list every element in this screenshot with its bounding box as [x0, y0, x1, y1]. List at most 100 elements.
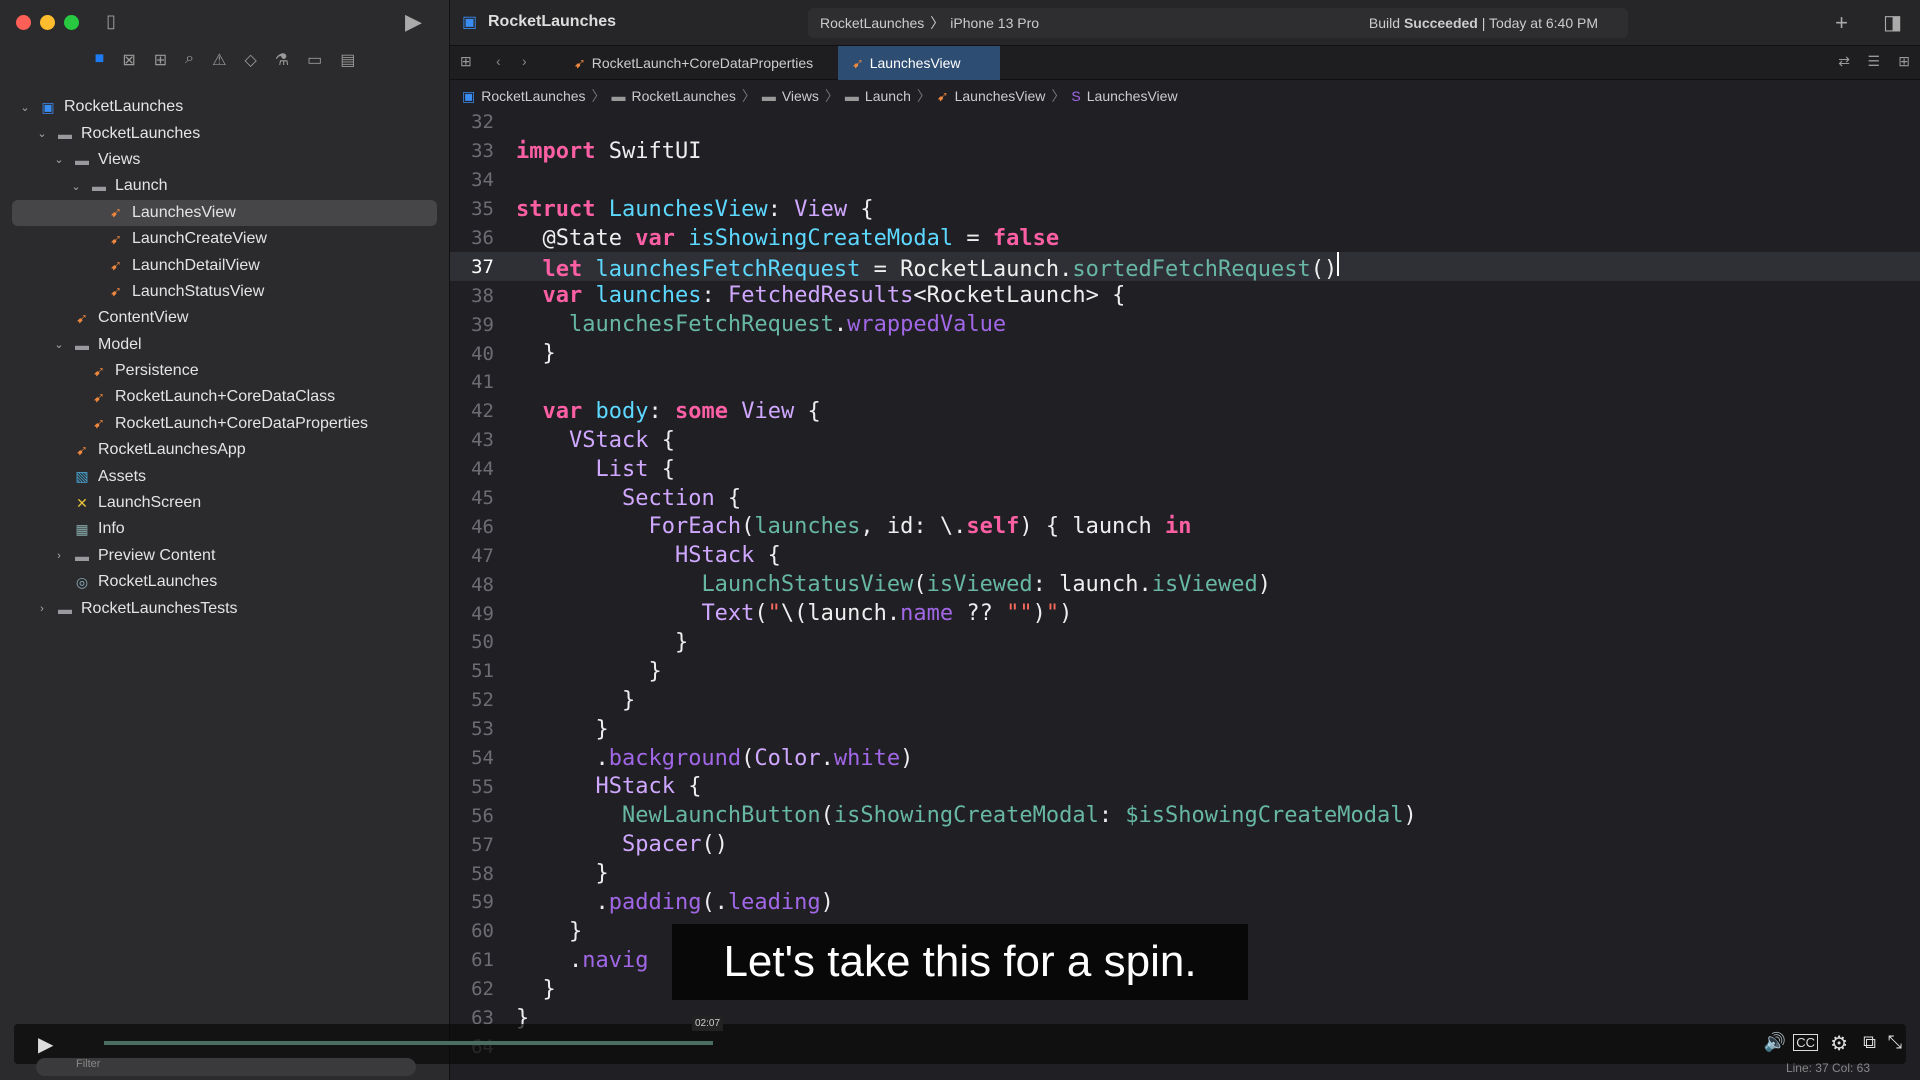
- code-editor[interactable]: 32 33 import SwiftUI 34 35 struct LaunchesVie…: [450, 108, 1920, 1061]
- split-editor-icon[interactable]: ⊞: [1898, 53, 1910, 70]
- editor-options-icon[interactable]: ☰: [1867, 53, 1880, 70]
- breadcrumb-item[interactable]: Launch: [865, 88, 911, 104]
- breakpoint-icon[interactable]: ▭: [307, 50, 322, 80]
- breadcrumb-item[interactable]: Views: [782, 88, 819, 104]
- back-icon[interactable]: ‹: [496, 53, 501, 69]
- tree-item[interactable]: ✕ LaunchScreen: [12, 490, 437, 516]
- tree-item[interactable]: ➹ RocketLaunch+CoreDataProperties: [12, 411, 437, 437]
- disclosure-chevron-icon[interactable]: ⌄: [18, 101, 32, 114]
- breadcrumb-item[interactable]: RocketLaunches: [481, 88, 585, 104]
- video-progress-bar[interactable]: [104, 1041, 714, 1045]
- code-line[interactable]: 57 Spacer(): [450, 830, 1920, 859]
- code-line[interactable]: 36 @State var isShowingCreateModal = fal…: [450, 224, 1920, 253]
- tree-item[interactable]: › ▬ RocketLaunchesTests: [12, 595, 437, 621]
- code-line[interactable]: 39 launchesFetchRequest.wrappedValue: [450, 310, 1920, 339]
- code-token: in: [1165, 514, 1192, 540]
- grid-icon[interactable]: ⊞: [460, 53, 472, 70]
- settings-icon[interactable]: ⚙: [1830, 1031, 1848, 1056]
- code-line[interactable]: 53 }: [450, 715, 1920, 744]
- code-line[interactable]: 52 }: [450, 686, 1920, 715]
- source-control-icon[interactable]: ⊠: [122, 50, 135, 80]
- exit-fullscreen-icon[interactable]: ⤡: [1888, 1032, 1902, 1053]
- volume-icon[interactable]: 🔊: [1764, 1032, 1786, 1053]
- code-line[interactable]: 56 NewLaunchButton(isShowingCreateModal:…: [450, 801, 1920, 830]
- debug-icon[interactable]: ⚗: [275, 50, 289, 80]
- search-icon[interactable]: ⌕: [185, 50, 194, 80]
- report-icon[interactable]: ▤: [340, 50, 355, 80]
- tree-item[interactable]: › ▬ Preview Content: [12, 543, 437, 569]
- tree-item[interactable]: ➹ LaunchStatusView: [12, 279, 437, 305]
- code-line[interactable]: 50 }: [450, 628, 1920, 657]
- tree-item[interactable]: ➹ RocketLaunch+CoreDataClass: [12, 384, 437, 410]
- code-line[interactable]: 48 LaunchStatusView(isViewed: launch.isV…: [450, 570, 1920, 599]
- tree-item[interactable]: ➹ RocketLaunchesApp: [12, 437, 437, 463]
- disclosure-chevron-icon[interactable]: ›: [52, 550, 66, 562]
- tree-item[interactable]: ◎ RocketLaunches: [12, 569, 437, 595]
- tree-item[interactable]: ⌄ ▬ RocketLaunches: [12, 120, 437, 146]
- tree-item[interactable]: ➹ Persistence: [12, 358, 437, 384]
- tree-item[interactable]: ➹ ContentView: [12, 305, 437, 331]
- minimize-button[interactable]: [40, 15, 55, 30]
- add-icon[interactable]: +: [1835, 10, 1848, 36]
- code-line[interactable]: 40 }: [450, 339, 1920, 368]
- navigator-sidebar: ▯ ▶ ■ ⊠ ⊞ ⌕ ⚠ ◇ ⚗ ▭ ▤ ⌄ ▣ RocketLaunches ⌄ ▬…: [0, 0, 450, 1080]
- run-button[interactable]: ▶: [405, 9, 422, 35]
- folder-icon[interactable]: ■: [95, 50, 105, 80]
- disclosure-chevron-icon[interactable]: ⌄: [69, 180, 83, 193]
- disclosure-chevron-icon[interactable]: ⌄: [52, 338, 66, 351]
- tree-item[interactable]: ➹ LaunchesView: [12, 199, 437, 226]
- code-line[interactable]: 43 VStack {: [450, 426, 1920, 455]
- code-line[interactable]: 45 Section {: [450, 484, 1920, 513]
- test-icon[interactable]: ◇: [244, 50, 256, 80]
- play-button[interactable]: ▶: [38, 1032, 53, 1057]
- tree-item[interactable]: ➹ LaunchCreateView: [12, 226, 437, 252]
- warning-icon[interactable]: ⚠: [212, 50, 226, 80]
- code-line[interactable]: 54 .background(Color.white): [450, 744, 1920, 773]
- code-line[interactable]: 44 List {: [450, 455, 1920, 484]
- code-line[interactable]: 34: [450, 166, 1920, 195]
- breadcrumb-item[interactable]: RocketLaunches: [632, 88, 736, 104]
- code-line[interactable]: 33 import SwiftUI: [450, 137, 1920, 166]
- code-line[interactable]: 59 .padding(.leading): [450, 888, 1920, 917]
- code-line[interactable]: 42 var body: some View {: [450, 397, 1920, 426]
- build-time: | Today at 6:40 PM: [1481, 15, 1598, 31]
- code-token: isShowingCreateModal: [833, 803, 1099, 829]
- disclosure-chevron-icon[interactable]: ⌄: [35, 127, 49, 140]
- inspector-toggle-icon[interactable]: ◨: [1883, 10, 1902, 35]
- tree-item[interactable]: ▦ Info: [12, 516, 437, 542]
- tree-item[interactable]: ⌄ ▬ Launch: [12, 173, 437, 199]
- breadcrumb-item[interactable]: LaunchesView: [955, 88, 1046, 104]
- filter-input[interactable]: Filter: [36, 1058, 416, 1076]
- code-line[interactable]: 51 }: [450, 657, 1920, 686]
- close-button[interactable]: [16, 15, 31, 30]
- forward-icon[interactable]: ›: [522, 53, 527, 69]
- tree-item[interactable]: ⌄ ▣ RocketLaunches: [12, 94, 437, 120]
- zoom-button[interactable]: [64, 15, 79, 30]
- code-line[interactable]: 41: [450, 368, 1920, 397]
- code-line[interactable]: 55 HStack {: [450, 772, 1920, 801]
- tree-item[interactable]: ⌄ ▬ Views: [12, 147, 437, 173]
- tree-item[interactable]: ▧ Assets: [12, 463, 437, 489]
- code-line[interactable]: 32: [450, 108, 1920, 137]
- code-line[interactable]: 37 let launchesFetchRequest = RocketLaun…: [450, 251, 1920, 282]
- scheme-selector[interactable]: RocketLaunches: [820, 15, 924, 31]
- code-line[interactable]: 47 HStack {: [450, 541, 1920, 570]
- code-line[interactable]: 49 Text("\(launch.name ?? "")"): [450, 599, 1920, 628]
- tree-item[interactable]: ➹ LaunchDetailView: [12, 252, 437, 278]
- tree-item[interactable]: ⌄ ▬ Model: [12, 332, 437, 358]
- disclosure-chevron-icon[interactable]: ›: [35, 603, 49, 615]
- code-line[interactable]: 46 ForEach(launches, id: \.self) { launc…: [450, 512, 1920, 541]
- symbol-icon[interactable]: ⊞: [154, 50, 167, 80]
- code-line[interactable]: 35 struct LaunchesView: View {: [450, 195, 1920, 224]
- code-line[interactable]: 38 var launches: FetchedResults<RocketLa…: [450, 281, 1920, 310]
- sidebar-toggle-icon[interactable]: ▯: [106, 11, 116, 32]
- captions-icon[interactable]: CC: [1793, 1034, 1818, 1051]
- swap-icon[interactable]: ⇄: [1838, 53, 1850, 70]
- disclosure-chevron-icon[interactable]: ⌄: [52, 153, 66, 166]
- device-selector[interactable]: iPhone 13 Pro: [950, 15, 1039, 31]
- tab-launchesview[interactable]: ➹ LaunchesView: [838, 46, 1000, 80]
- miniplayer-icon[interactable]: ⧉: [1863, 1032, 1876, 1053]
- breadcrumb-item[interactable]: LaunchesView: [1087, 88, 1178, 104]
- tab-coredata-properties[interactable]: ➹ RocketLaunch+CoreDataProperties: [560, 46, 827, 80]
- code-line[interactable]: 58 }: [450, 859, 1920, 888]
